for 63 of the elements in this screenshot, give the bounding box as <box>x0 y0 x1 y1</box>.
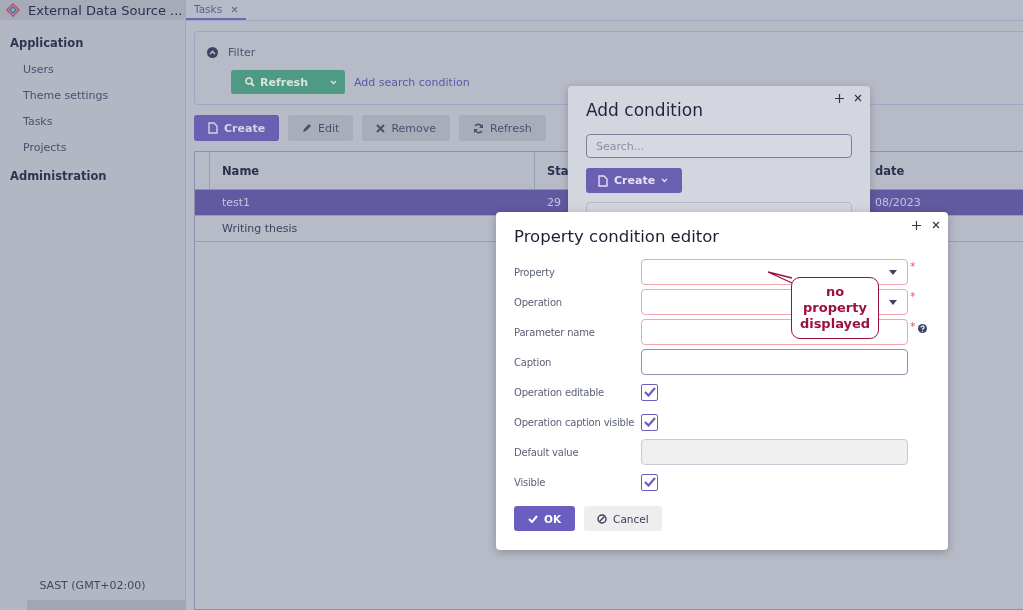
required-mark: * <box>910 290 916 303</box>
menu-group-heading[interactable]: Administration <box>0 161 185 190</box>
field-label: Parameter name <box>514 326 596 338</box>
table-cell: 08/2023 <box>875 196 921 209</box>
checkbox[interactable] <box>641 383 658 401</box>
ok-button[interactable]: OK <box>514 506 576 531</box>
document-icon <box>208 122 218 134</box>
input-field[interactable] <box>641 349 908 375</box>
field-label: Default value <box>514 446 580 458</box>
toolbar-button[interactable]: Remove <box>362 115 451 141</box>
dropdown-field[interactable] <box>641 259 908 285</box>
field-label: Operation caption visible <box>514 416 636 428</box>
chevron-down-icon[interactable] <box>330 79 337 85</box>
close-icon[interactable] <box>932 221 940 229</box>
field-label: Operation editable <box>514 386 605 398</box>
dropdown-arrow-icon <box>889 269 897 275</box>
callout-tooltip: no property displayed <box>791 277 879 339</box>
table-cell: 29 <box>547 196 561 209</box>
checkbox[interactable] <box>641 473 658 491</box>
pencil-icon <box>302 123 313 133</box>
checkbox[interactable] <box>641 413 658 431</box>
app-title: External Data Source ... <box>28 2 183 18</box>
collapse-icon[interactable] <box>207 46 218 58</box>
timezone-label: SAST (GMT+02:00) <box>38 579 147 594</box>
table-cell: Writing thesis <box>222 222 298 235</box>
toolbar-button[interactable]: Refresh <box>459 115 546 141</box>
required-mark: * <box>910 320 916 333</box>
field-label: Property <box>514 266 556 278</box>
menu-item[interactable]: Projects <box>0 135 185 161</box>
search-icon <box>245 77 255 87</box>
menu-item[interactable]: Tasks <box>0 109 185 135</box>
refresh-icon <box>473 122 485 134</box>
field-label: Visible <box>514 476 547 488</box>
check-icon <box>528 514 538 523</box>
maximize-icon[interactable] <box>912 221 921 230</box>
cancel-button[interactable]: Cancel <box>584 506 662 531</box>
close-icon <box>376 123 386 133</box>
maximize-icon[interactable] <box>835 94 844 103</box>
search-field[interactable]: Search... <box>586 134 852 158</box>
help-icon[interactable] <box>917 324 927 333</box>
toolbar-button[interactable]: Edit <box>288 115 354 141</box>
logo-icon <box>6 3 20 17</box>
column-header[interactable]: Name <box>209 152 534 189</box>
refresh-split-button[interactable]: Refresh <box>231 70 345 94</box>
dropdown-arrow-icon <box>889 299 897 305</box>
dialog-title: Add condition <box>586 100 704 120</box>
close-icon[interactable] <box>854 94 862 102</box>
menu-group-heading[interactable]: Application <box>0 28 185 57</box>
field-label: Caption <box>514 356 553 368</box>
required-mark: * <box>910 260 916 273</box>
field-label: Operation <box>514 296 563 308</box>
table-cell: test1 <box>222 196 251 209</box>
document-icon <box>598 174 608 187</box>
add-search-condition-link[interactable]: Add search condition <box>354 75 470 89</box>
ban-icon <box>597 513 608 524</box>
filter-label: Filter <box>228 45 256 59</box>
dialog-title: Property condition editor <box>514 227 721 246</box>
create-button[interactable]: Create <box>194 115 280 141</box>
callout-pointer <box>767 270 793 284</box>
chevron-down-icon <box>661 178 669 183</box>
menu-item[interactable]: Users <box>0 57 185 83</box>
menu-item[interactable]: Theme settings <box>0 83 185 109</box>
create-button[interactable]: Create <box>586 168 683 193</box>
